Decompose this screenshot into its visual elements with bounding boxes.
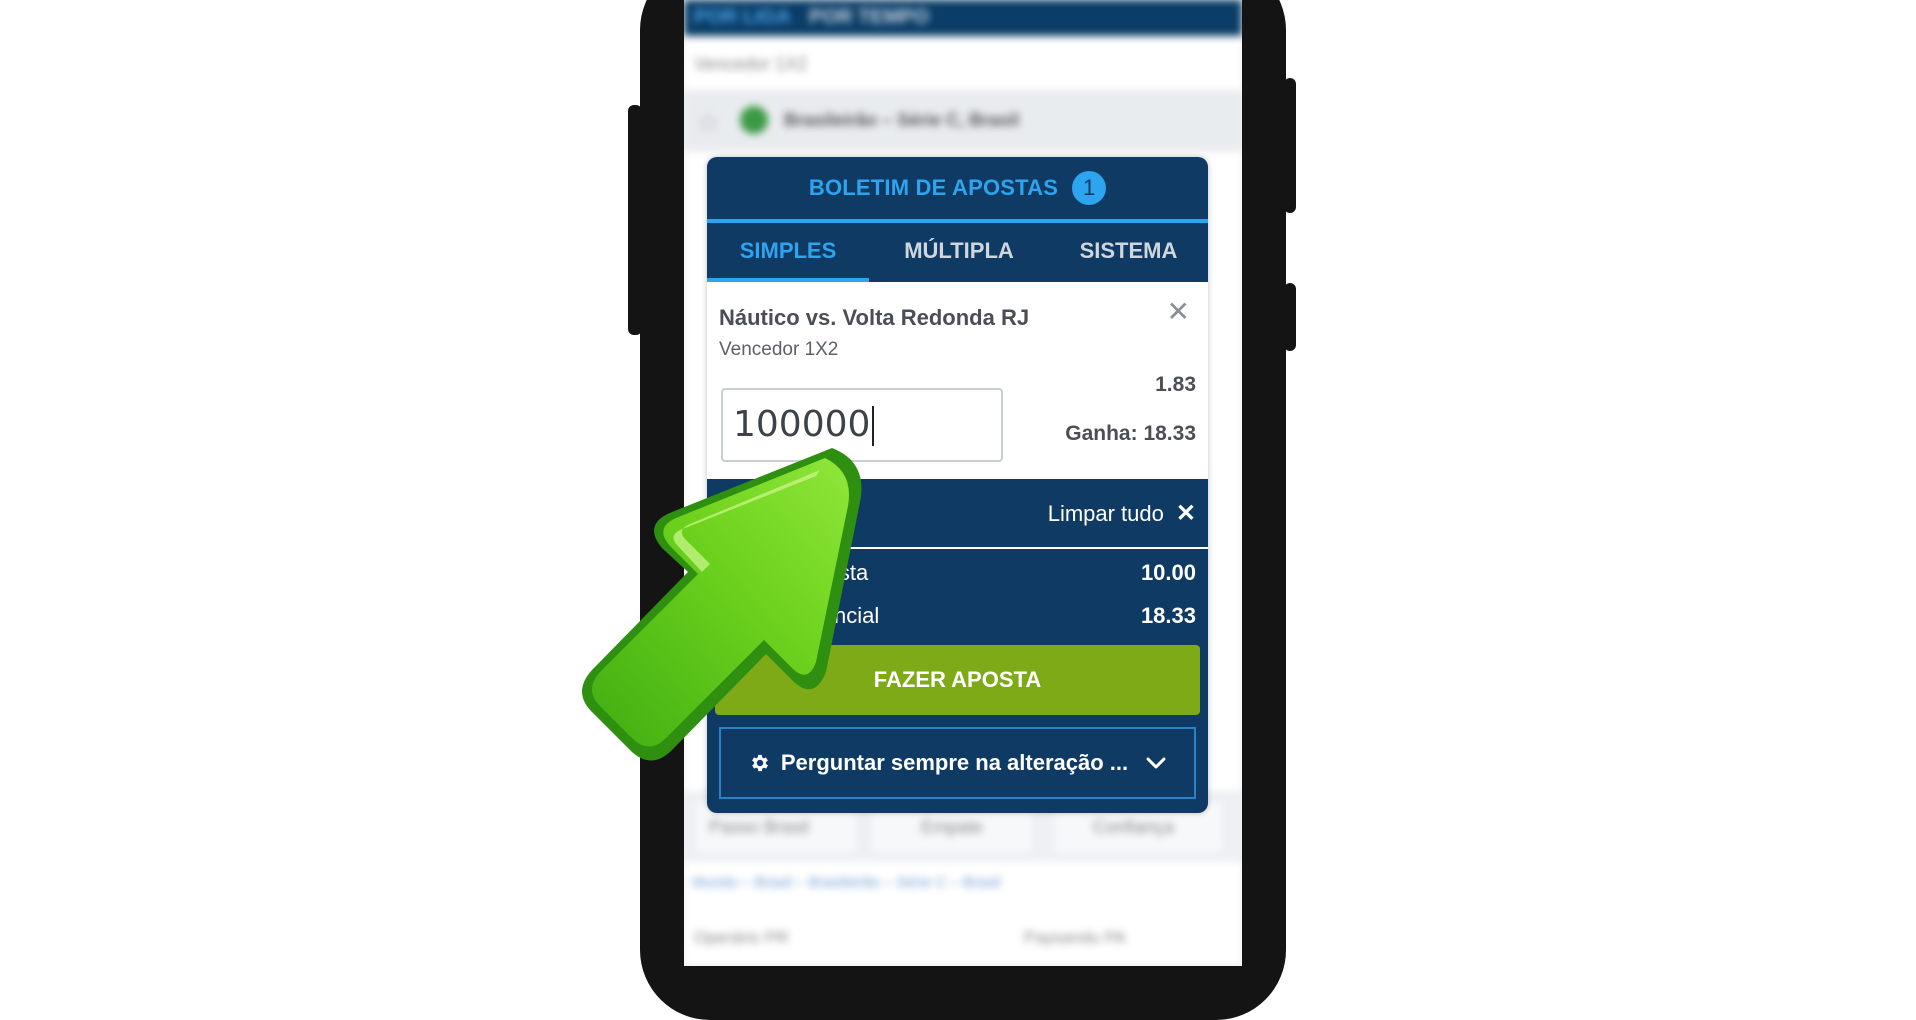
betslip-count-badge: 1 bbox=[1072, 171, 1107, 205]
tab-sistema[interactable]: SISTEMA bbox=[1049, 223, 1208, 282]
green-arrow-pointer-icon bbox=[582, 448, 862, 761]
clear-all-icon: ✕ bbox=[1175, 500, 1196, 527]
betslip-header[interactable]: BOLETIM DE APOSTAS 1 bbox=[707, 157, 1208, 219]
match-name: Náutico vs. Volta Redonda RJ bbox=[719, 305, 1030, 330]
betslip-title: BOLETIM DE APOSTAS bbox=[808, 175, 1059, 200]
potential-gain-value: 18.33 bbox=[1140, 603, 1196, 628]
background-star-icon[interactable]: ☆ bbox=[696, 106, 721, 139]
close-icon[interactable]: ✕ bbox=[1167, 298, 1190, 326]
chevron-down-icon bbox=[1146, 757, 1166, 769]
background-tab-por-liga[interactable]: POR LIGA bbox=[694, 6, 791, 29]
tab-simples[interactable]: SIMPLES bbox=[707, 223, 869, 282]
market-name: Vencedor 1X2 bbox=[719, 339, 839, 360]
phone-power-button bbox=[1284, 78, 1296, 213]
phone-volume-button bbox=[628, 105, 642, 335]
stake-value: 100000 bbox=[733, 404, 871, 445]
background-team-away: Paysandu PA bbox=[1024, 928, 1126, 947]
background-bottom-league-label: Mundo – Brasil – Brasileirão – Série C –… bbox=[692, 874, 1001, 891]
potential-gain: Ganha: 18.33 bbox=[1065, 422, 1196, 445]
background-league-flag bbox=[740, 106, 768, 134]
background-team-home: Operário PR bbox=[694, 928, 789, 947]
background-market-selector[interactable]: Vencedor 1X2 bbox=[694, 54, 807, 75]
clear-all-label: Limpar tudo bbox=[1047, 501, 1164, 526]
total-stake-value: 10.00 bbox=[1140, 560, 1196, 585]
background-league-label: Brasileirão – Série C, Brasil bbox=[784, 110, 1020, 130]
odds-value: 1.83 bbox=[1155, 373, 1196, 396]
clear-all-button[interactable]: Limpar tudo ✕ bbox=[1048, 499, 1196, 528]
background-tabbar: POR LIGA POR TEMPO bbox=[684, 0, 1242, 36]
background-tab-por-tempo[interactable]: POR TEMPO bbox=[809, 6, 929, 29]
text-caret bbox=[872, 406, 875, 446]
background-market-row: Vencedor 1X2 bbox=[684, 36, 1242, 92]
background-league-row: ☆ Brasileirão – Série C, Brasil bbox=[684, 92, 1242, 153]
phone-side-button bbox=[1284, 283, 1296, 351]
tab-multipla[interactable]: MÚLTIPLA bbox=[869, 223, 1049, 282]
background-bottom-teams-row: Operário PR Paysandu PA bbox=[684, 906, 1242, 966]
background-bottom-league-row: Mundo – Brasil – Brasileirão – Série C –… bbox=[684, 862, 1242, 907]
betslip-tabs: SIMPLES MÚLTIPLA SISTEMA bbox=[707, 223, 1208, 282]
